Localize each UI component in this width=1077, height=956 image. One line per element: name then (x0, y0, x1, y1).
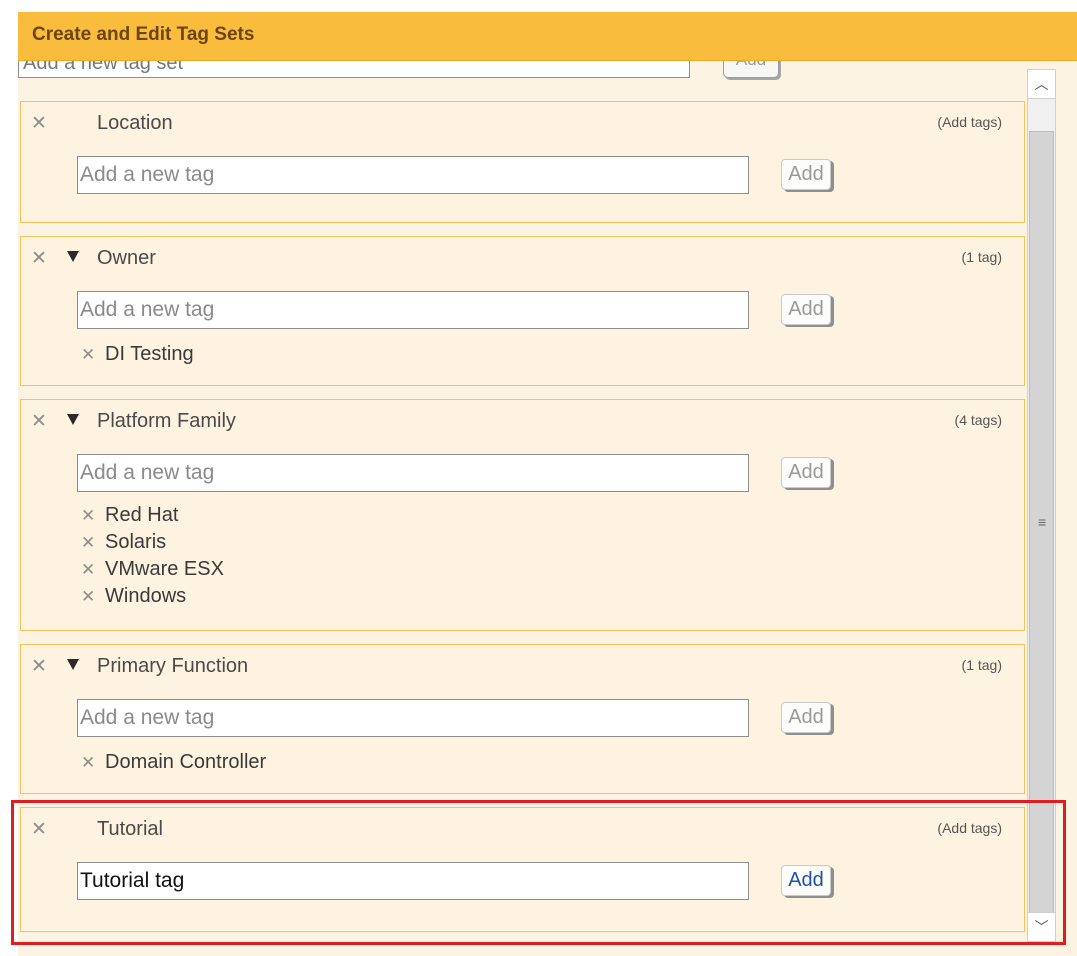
tag-set-name[interactable]: Owner (97, 247, 156, 270)
chevron-up-icon[interactable]: ︿ (1028, 70, 1055, 99)
grip-icon: ≡ (1038, 514, 1047, 530)
remove-tag-icon[interactable]: ✕ (81, 556, 95, 583)
tag-set-name[interactable]: Tutorial (97, 818, 163, 841)
new-tag-input[interactable]: Tutorial tag (77, 862, 749, 900)
new-tag-input[interactable]: Add a new tag (77, 291, 749, 329)
panel-header: Create and Edit Tag Sets (18, 12, 1077, 61)
tag-count: (1 tag) (961, 249, 1002, 265)
add-tag-button[interactable]: Add (781, 159, 831, 190)
tag-item: ✕ Solaris (81, 529, 224, 556)
add-tag-button[interactable]: Add (781, 457, 831, 488)
remove-tag-icon[interactable]: ✕ (81, 529, 95, 556)
tag-set-platform-family: ✕ Platform Family (4 tags) Add a new tag… (20, 399, 1025, 631)
tag-list: ✕ DI Testing (81, 341, 194, 368)
new-tag-input[interactable]: Add a new tag (77, 156, 749, 194)
tag-set-owner: ✕ Owner (1 tag) Add a new tag Add ✕ DI Te… (20, 236, 1025, 386)
tag-set-tutorial: ✕ Tutorial (Add tags) Tutorial tag Add (20, 807, 1025, 932)
tag-sets-scroll-area: Add a new tag set Add ✕ Location (Add ta… (18, 61, 1028, 956)
tag-set-name[interactable]: Primary Function (97, 655, 248, 678)
tag-set-name[interactable]: Location (97, 112, 173, 135)
triangle-down-icon[interactable] (67, 251, 79, 262)
remove-tag-icon[interactable]: ✕ (81, 583, 95, 610)
tag-label: DI Testing (105, 343, 194, 365)
triangle-down-icon[interactable] (67, 414, 79, 425)
tag-item: ✕ DI Testing (81, 341, 194, 368)
tag-sets-panel: Create and Edit Tag Sets Add a new tag s… (18, 12, 1077, 956)
tag-set-name[interactable]: Platform Family (97, 410, 236, 433)
add-tag-button[interactable]: Add (781, 702, 831, 733)
close-icon[interactable]: ✕ (31, 114, 47, 134)
add-tag-button[interactable]: Add (781, 294, 831, 325)
tag-label: Domain Controller (105, 751, 267, 773)
new-tag-set-input[interactable]: Add a new tag set (18, 61, 690, 78)
scrollbar-thumb[interactable]: ≡ (1029, 131, 1054, 913)
tag-item: ✕ Red Hat (81, 502, 224, 529)
new-tag-input[interactable]: Add a new tag (77, 454, 749, 492)
tag-label: Red Hat (105, 504, 179, 526)
remove-tag-icon[interactable]: ✕ (81, 502, 95, 529)
tag-list: ✕ Red Hat ✕ Solaris ✕ VMware ESX ✕ Windows (81, 502, 224, 610)
tag-list: ✕ Domain Controller (81, 749, 266, 776)
tag-item: ✕ Domain Controller (81, 749, 266, 776)
close-icon[interactable]: ✕ (31, 249, 47, 269)
add-tag-button[interactable]: Add (781, 865, 831, 896)
new-tag-set-row: Add a new tag set Add (18, 61, 1028, 84)
remove-tag-icon[interactable]: ✕ (81, 749, 95, 776)
tag-item: ✕ VMware ESX (81, 556, 224, 583)
vertical-scrollbar[interactable]: ︿ ≡ ﹀ (1027, 69, 1056, 942)
new-tag-input[interactable]: Add a new tag (77, 699, 749, 737)
panel-title: Create and Edit Tag Sets (32, 24, 255, 45)
tag-set-primary-function: ✕ Primary Function (1 tag) Add a new tag… (20, 644, 1025, 794)
triangle-down-icon[interactable] (67, 659, 79, 670)
tag-label: VMware ESX (105, 558, 224, 580)
tag-count: (Add tags) (937, 820, 1002, 836)
close-icon[interactable]: ✕ (31, 657, 47, 677)
close-icon[interactable]: ✕ (31, 820, 47, 840)
remove-tag-icon[interactable]: ✕ (81, 341, 95, 368)
add-tag-set-button[interactable]: Add (723, 61, 779, 78)
tag-label: Windows (105, 585, 187, 607)
chevron-down-icon[interactable]: ﹀ (1028, 912, 1055, 941)
tag-count: (Add tags) (937, 114, 1002, 130)
tag-set-location: ✕ Location (Add tags) Add a new tag Add (20, 101, 1025, 223)
tag-label: Solaris (105, 531, 167, 553)
tag-count: (4 tags) (954, 412, 1002, 428)
tag-item: ✕ Windows (81, 583, 224, 610)
tag-count: (1 tag) (961, 657, 1002, 673)
close-icon[interactable]: ✕ (31, 412, 47, 432)
